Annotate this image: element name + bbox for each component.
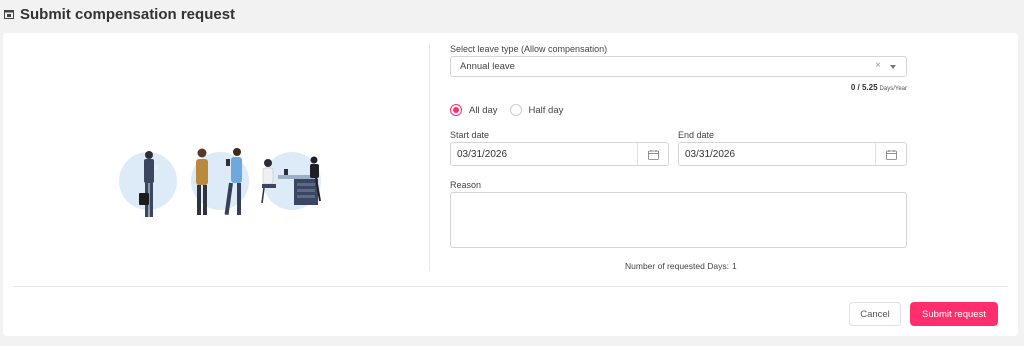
reason-textarea[interactable]	[450, 192, 907, 248]
horizontal-divider	[13, 286, 1008, 287]
balance-value: 0 / 5.25	[850, 83, 878, 92]
page-title: Submit compensation request	[20, 5, 236, 23]
reason-label: Reason	[450, 180, 482, 190]
calendar-icon[interactable]	[648, 150, 659, 160]
calendar-icon	[4, 10, 14, 19]
radio-all-day-label: All day	[469, 104, 498, 116]
clear-selection-icon[interactable]: ×	[875, 60, 881, 71]
radio-all-day[interactable]: All day	[450, 104, 498, 116]
form-card: Select leave type (Allow compensation) A…	[3, 33, 1018, 336]
leave-type-value: Annual leave	[460, 61, 515, 72]
chevron-down-icon[interactable]	[890, 65, 896, 69]
radio-half-day-label: Half day	[528, 104, 564, 116]
balance-unit: Days/Year	[879, 86, 907, 92]
submit-request-button[interactable]: Submit request	[910, 302, 998, 326]
end-date-field[interactable]: 03/31/2026	[678, 142, 907, 166]
leave-balance: 0 / 5.25 Days/Year	[851, 83, 907, 92]
duration-radio-group: All day Half day	[450, 104, 563, 116]
leave-type-select[interactable]: Annual leave ×	[450, 56, 907, 77]
start-date-value: 03/31/2026	[457, 149, 508, 160]
cancel-button[interactable]: Cancel	[849, 302, 901, 326]
requested-days-label: Number of requested Days:	[625, 261, 729, 271]
requested-days-value: 1	[731, 261, 737, 271]
end-date-separator	[875, 143, 876, 165]
vertical-divider	[429, 45, 430, 271]
people-illustration	[119, 148, 321, 217]
end-date-label: End date	[678, 130, 715, 140]
start-date-separator	[637, 143, 638, 165]
start-date-label: Start date	[450, 130, 490, 140]
end-date-value: 03/31/2026	[685, 149, 736, 160]
page-header: Submit compensation request	[4, 4, 235, 24]
leave-type-label: Select leave type (Allow compensation)	[450, 44, 608, 54]
requested-days: Number of requested Days: 1	[625, 261, 737, 271]
radio-button-checked[interactable]	[450, 104, 462, 116]
radio-button-unchecked[interactable]	[509, 104, 522, 116]
calendar-icon[interactable]	[886, 150, 897, 160]
start-date-field[interactable]: 03/31/2026	[450, 142, 669, 166]
radio-half-day[interactable]: Half day	[509, 104, 564, 116]
